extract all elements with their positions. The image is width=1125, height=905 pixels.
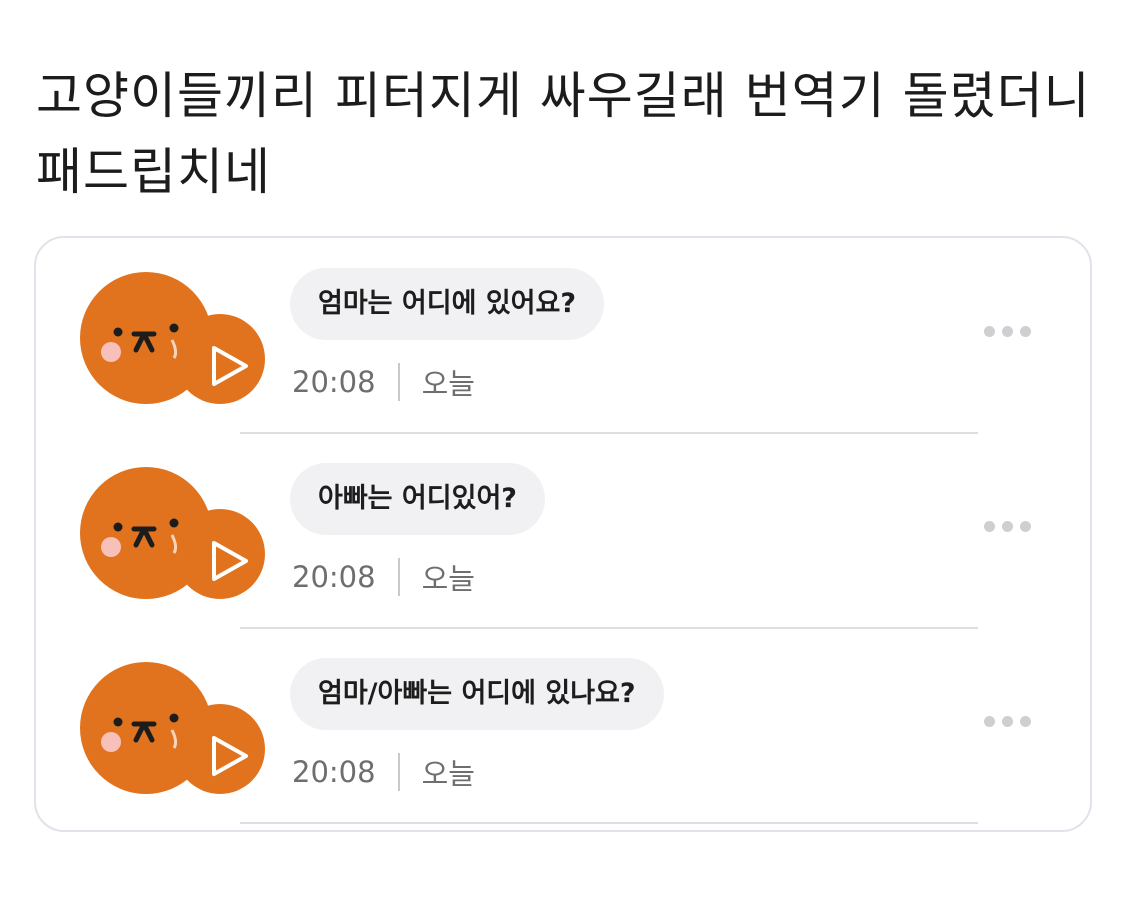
day-label: 오늘 <box>421 757 475 791</box>
translation-meta: 20:08 오늘 <box>292 555 475 599</box>
play-icon <box>212 346 248 386</box>
day-label: 오늘 <box>421 562 475 596</box>
play-icon <box>212 736 248 776</box>
more-dots-icon <box>984 521 995 532</box>
translation-meta: 20:08 오늘 <box>292 750 475 794</box>
more-dots-icon <box>984 716 995 727</box>
translation-history-card: 엄마는 어디에 있어요? 20:08 오늘 아빠는 어디있어? 20:08 오늘… <box>34 236 1092 832</box>
meta-separator <box>397 558 400 596</box>
post-title: 고양이들끼리 피터지게 싸우길래 번역기 돌렸더니 패드립치네 <box>36 67 1091 201</box>
translation-entry: 엄마/아빠는 어디에 있나요? 20:08 오늘 <box>36 628 1090 824</box>
meta-separator <box>397 753 400 791</box>
play-button[interactable] <box>206 537 254 585</box>
translation-entry: 엄마는 어디에 있어요? 20:08 오늘 <box>36 238 1090 434</box>
play-button[interactable] <box>206 732 254 780</box>
play-icon <box>212 541 248 581</box>
timestamp: 20:08 <box>292 755 376 789</box>
more-dots-icon <box>1020 326 1031 337</box>
translation-entry: 아빠는 어디있어? 20:08 오늘 <box>36 433 1090 629</box>
more-dots-icon <box>1020 716 1031 727</box>
translation-meta: 20:08 오늘 <box>292 360 475 404</box>
day-label: 오늘 <box>421 367 475 401</box>
more-dots-icon <box>1020 521 1031 532</box>
more-options-button[interactable] <box>984 326 1031 337</box>
meta-separator <box>397 363 400 401</box>
more-dots-icon <box>984 326 995 337</box>
more-options-button[interactable] <box>984 521 1031 532</box>
translation-text: 엄마/아빠는 어디에 있나요? <box>290 658 664 730</box>
more-dots-icon <box>1002 521 1013 532</box>
entry-divider <box>240 822 978 824</box>
more-dots-icon <box>1002 326 1013 337</box>
translation-text: 아빠는 어디있어? <box>290 463 545 535</box>
translation-text: 엄마는 어디에 있어요? <box>290 268 605 340</box>
more-options-button[interactable] <box>984 716 1031 727</box>
timestamp: 20:08 <box>292 560 376 594</box>
play-button[interactable] <box>206 342 254 390</box>
timestamp: 20:08 <box>292 365 376 399</box>
more-dots-icon <box>1002 716 1013 727</box>
